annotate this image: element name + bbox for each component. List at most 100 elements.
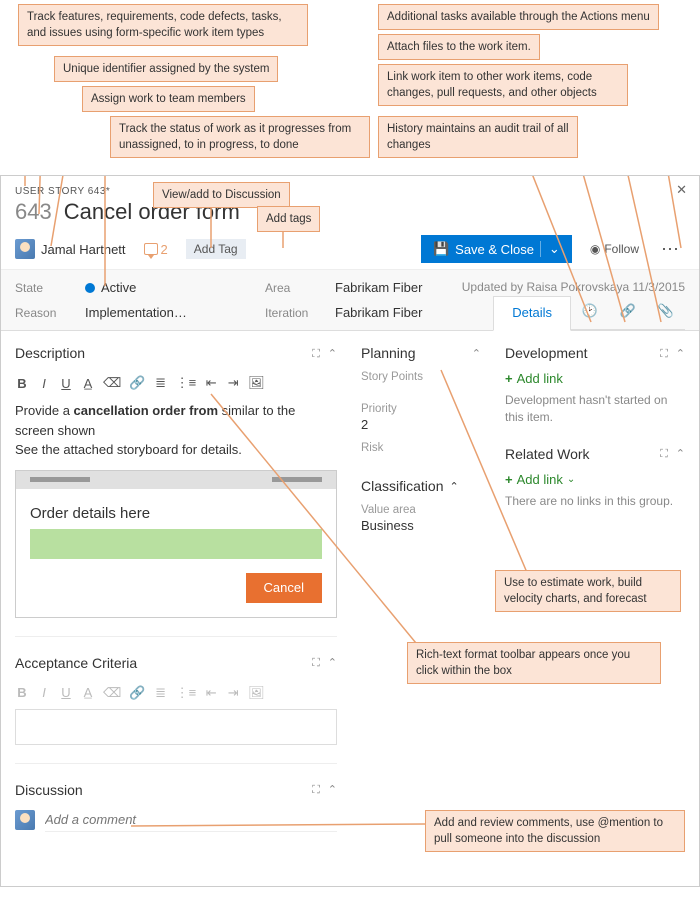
- assignee-picker[interactable]: Jamal Hartnett: [15, 239, 126, 259]
- callout-tags: Add tags: [257, 206, 320, 232]
- related-hint: There are no links in this group.: [505, 493, 685, 510]
- collapse-discussion-icon[interactable]: [328, 782, 337, 797]
- callout-id: Unique identifier assigned by the system: [54, 56, 278, 82]
- close-button[interactable]: ✕: [676, 182, 687, 198]
- discussion-header: Discussion: [15, 782, 83, 798]
- bold-button[interactable]: B: [15, 376, 29, 391]
- audit-text: Updated by Raisa Pokrovskaya 11/3/2015: [462, 280, 685, 294]
- assignee-name: Jamal Hartnett: [41, 242, 126, 257]
- comment-count: 2: [161, 242, 168, 257]
- save-icon: 💾: [433, 241, 449, 257]
- indent-button[interactable]: ⇥: [226, 375, 240, 391]
- planning-header: Planning: [361, 345, 416, 361]
- iteration-field[interactable]: Fabrikam Fiber: [335, 305, 515, 320]
- indent-button-disabled: ⇥: [226, 685, 240, 701]
- annotation-overlay-top: Track features, requirements, code defec…: [0, 0, 700, 175]
- font-color-button[interactable]: A̲: [81, 376, 95, 391]
- expand-description-icon[interactable]: [312, 346, 320, 361]
- collapse-related-icon[interactable]: [676, 446, 685, 461]
- tab-details[interactable]: Details: [493, 296, 571, 331]
- collapse-planning-icon[interactable]: [472, 346, 481, 360]
- save-dropdown[interactable]: ⌄: [540, 241, 560, 257]
- state-field[interactable]: Active: [85, 280, 265, 295]
- planning-column: Planning Story Points Priority 2 Risk Cl…: [361, 345, 481, 872]
- risk-label: Risk: [361, 442, 481, 454]
- underline-button[interactable]: U: [59, 376, 73, 391]
- avatar-icon: [15, 239, 35, 259]
- link-button[interactable]: 🔗: [129, 375, 145, 391]
- value-area-label: Value area: [361, 504, 481, 516]
- eye-icon: ◉: [590, 242, 600, 256]
- add-tag-button[interactable]: Add Tag: [186, 239, 246, 259]
- story-points-label: Story Points: [361, 371, 481, 383]
- callout-actions: Additional tasks available through the A…: [378, 4, 659, 30]
- value-area-value[interactable]: Business: [361, 518, 481, 533]
- related-add-link[interactable]: + Add link ⌄: [505, 472, 685, 487]
- tabs: Details 🕑 🔗 📎: [493, 295, 685, 330]
- acceptance-criteria-field[interactable]: [15, 709, 337, 745]
- comment-icon: [144, 243, 158, 255]
- collapse-acceptance-icon[interactable]: [328, 655, 337, 670]
- state-value: Active: [101, 280, 136, 295]
- image-button[interactable]: 🖼: [248, 375, 265, 391]
- callout-link: Link work item to other work items, code…: [378, 64, 628, 106]
- collapse-classification-icon[interactable]: [449, 480, 458, 493]
- callout-estimate: Use to estimate work, build velocity cha…: [495, 570, 681, 612]
- tab-links[interactable]: 🔗: [609, 295, 647, 330]
- follow-label: Follow: [604, 242, 639, 256]
- work-item-id: 643: [15, 199, 52, 225]
- collapse-development-icon[interactable]: [676, 346, 685, 361]
- expand-development-icon[interactable]: [660, 346, 668, 361]
- expand-discussion-icon[interactable]: [312, 782, 320, 797]
- tab-attachments[interactable]: 📎: [647, 295, 685, 330]
- actions-menu[interactable]: ⋯: [657, 239, 685, 260]
- underline-button-disabled: U: [59, 685, 73, 700]
- link-button-disabled: 🔗: [129, 685, 145, 701]
- outdent-button[interactable]: ⇤: [204, 375, 218, 391]
- state-dot-icon: [85, 283, 95, 293]
- clear-format-button[interactable]: ⌫: [103, 375, 121, 391]
- mockup-image: Order details here Cancel: [15, 470, 337, 618]
- state-bar: Updated by Raisa Pokrovskaya 11/3/2015 S…: [1, 269, 699, 330]
- callout-state: Track the status of work as it progresse…: [110, 116, 370, 158]
- plus-icon: +: [505, 371, 513, 386]
- collapse-description-icon[interactable]: [328, 346, 337, 361]
- outdent-button-disabled: ⇤: [204, 685, 218, 701]
- callout-discussion: View/add to Discussion: [153, 182, 290, 208]
- area-label: Area: [265, 281, 335, 295]
- add-link-label: Add link: [517, 371, 563, 386]
- discussion-link[interactable]: 2: [144, 242, 168, 257]
- comment-input[interactable]: [45, 808, 337, 832]
- reason-field[interactable]: Implementation…: [85, 305, 265, 320]
- save-label: Save & Close: [455, 242, 534, 257]
- priority-value[interactable]: 2: [361, 417, 481, 432]
- work-item-dialog: View/add to Discussion Add tags Use to e…: [0, 175, 700, 887]
- image-button-disabled: 🖼: [248, 685, 265, 701]
- main-column: Description B I U A̲ ⌫ 🔗 ≣ ⋮≡ ⇤ ⇥ 🖼: [15, 345, 337, 872]
- number-list-button-disabled: ⋮≡: [176, 685, 197, 701]
- callout-attach: Attach files to the work item.: [378, 34, 540, 60]
- italic-button[interactable]: I: [37, 376, 51, 391]
- callout-richtext: Rich-text format toolbar appears once yo…: [407, 642, 661, 684]
- callout-comments: Add and review comments, use @mention to…: [425, 810, 685, 852]
- plus-icon: +: [505, 472, 513, 487]
- follow-button[interactable]: ◉ Follow: [590, 242, 639, 256]
- description-content[interactable]: Provide a cancellation order from simila…: [15, 401, 337, 618]
- save-and-close-button[interactable]: 💾 Save & Close ⌄: [421, 235, 572, 263]
- reason-label: Reason: [15, 306, 85, 320]
- add-link-label: Add link: [517, 472, 563, 487]
- bullet-list-button[interactable]: ≣: [154, 375, 168, 391]
- tab-history[interactable]: 🕑: [571, 295, 609, 330]
- expand-related-icon[interactable]: [660, 446, 668, 461]
- number-list-button[interactable]: ⋮≡: [176, 375, 197, 391]
- development-add-link[interactable]: + Add link: [505, 371, 685, 386]
- mockup-title: Order details here: [30, 503, 322, 526]
- bold-button-disabled: B: [15, 685, 29, 700]
- description-header: Description: [15, 345, 85, 361]
- callout-wi-type: Track features, requirements, code defec…: [18, 4, 308, 46]
- development-header: Development: [505, 345, 588, 361]
- iteration-label: Iteration: [265, 306, 335, 320]
- bullet-list-button-disabled: ≣: [154, 685, 168, 701]
- expand-acceptance-icon[interactable]: [312, 655, 320, 670]
- callout-assign: Assign work to team members: [82, 86, 255, 112]
